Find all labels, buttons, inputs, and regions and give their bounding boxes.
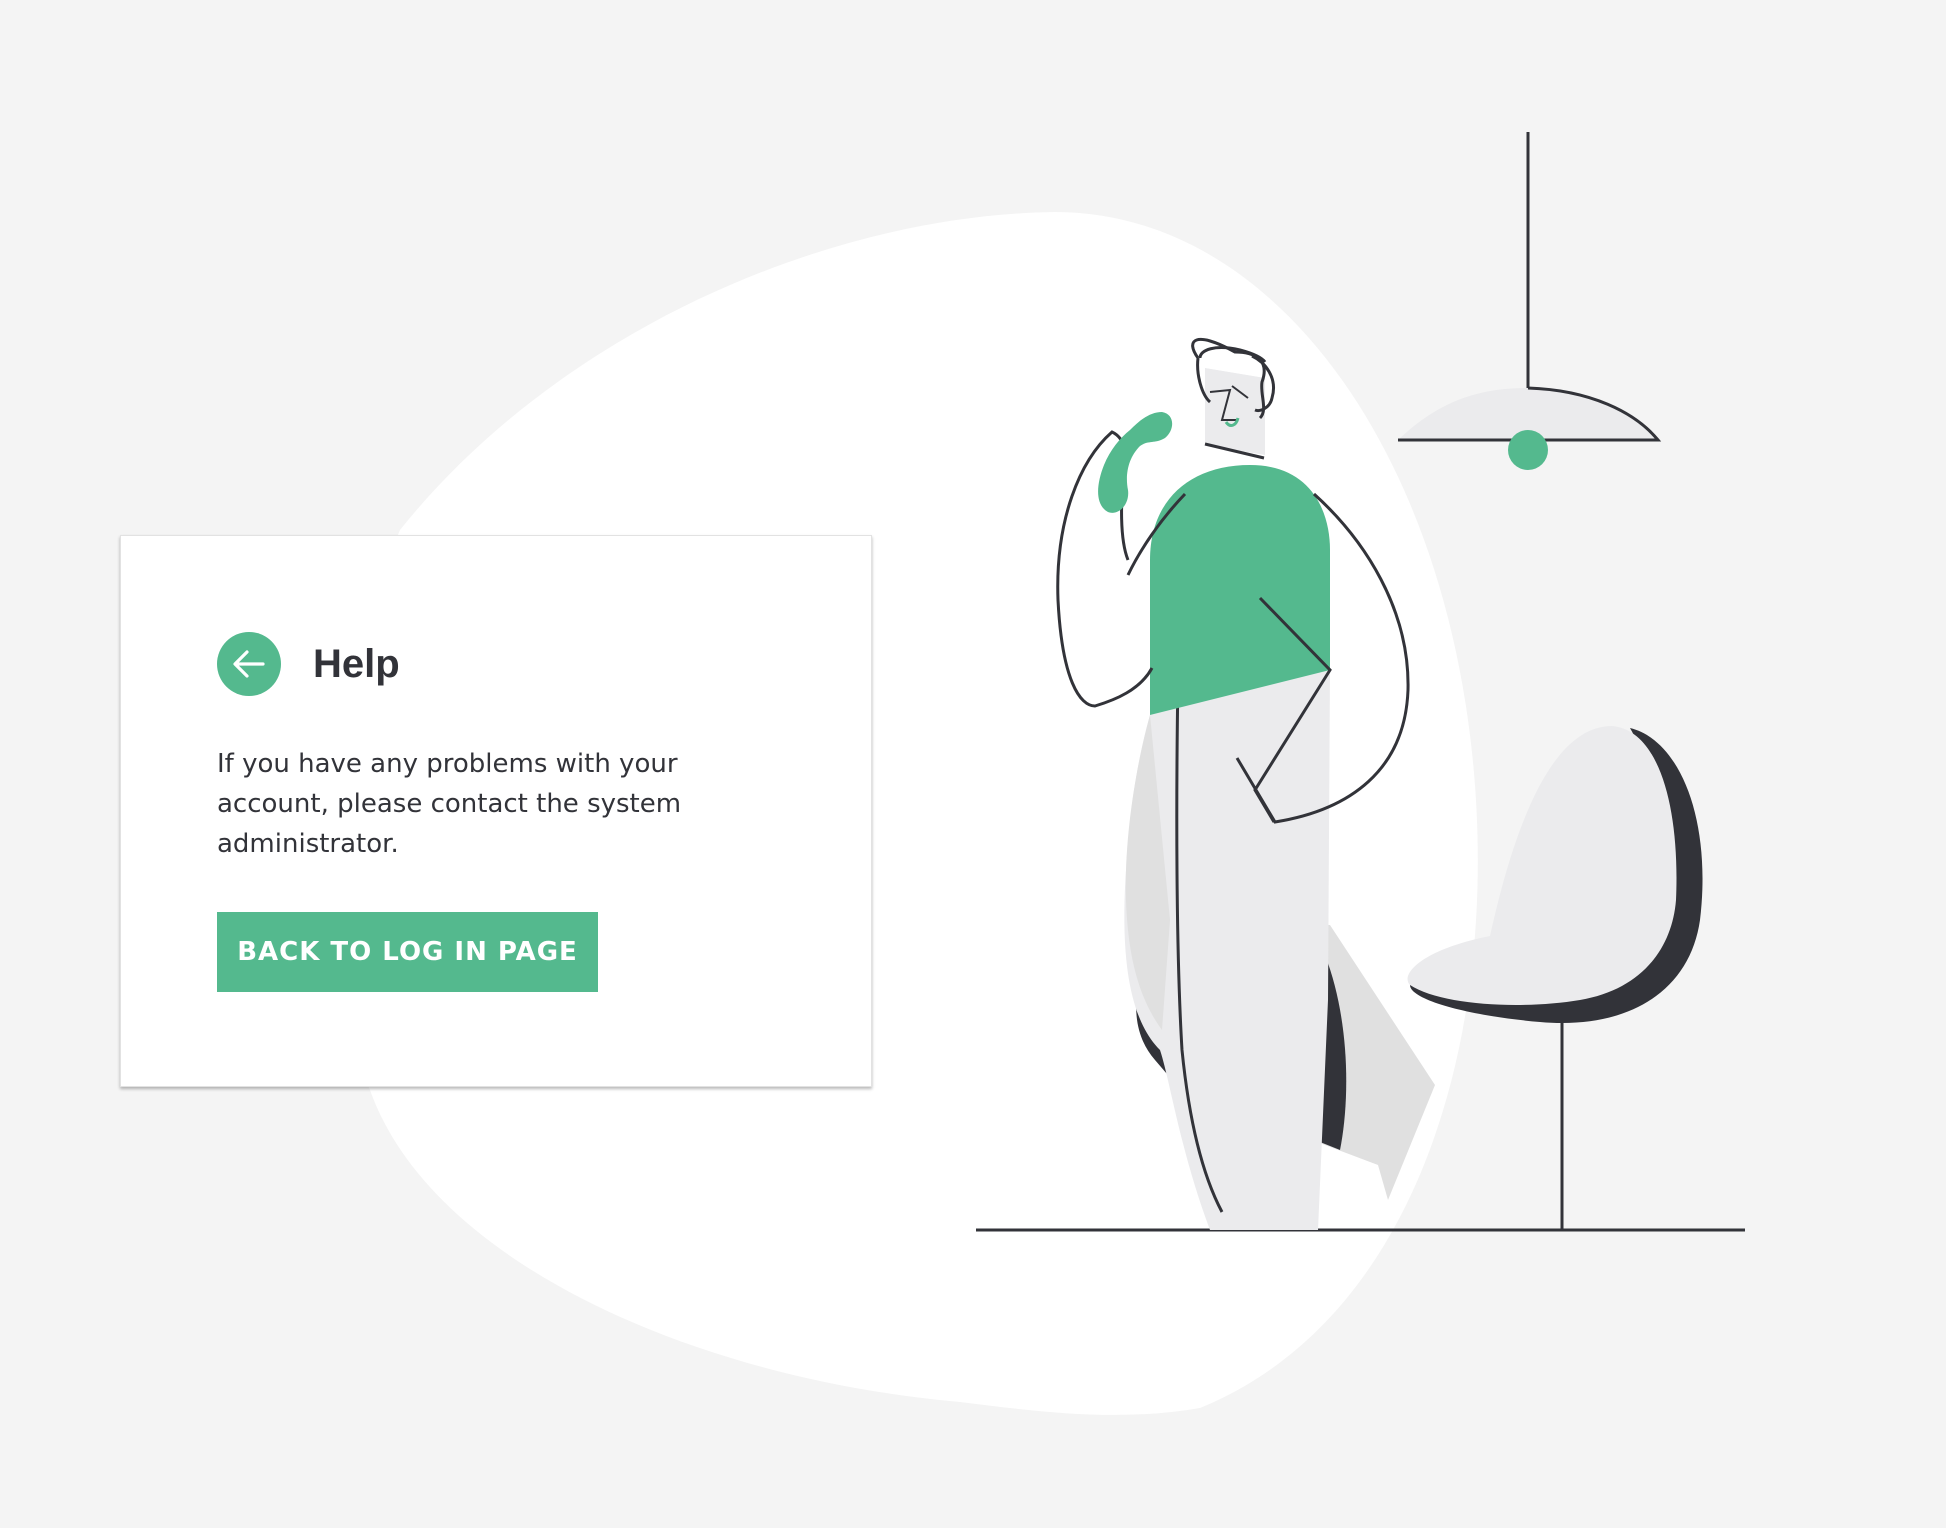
pendant-lamp: [1398, 132, 1662, 470]
back-arrow-icon[interactable]: [217, 632, 281, 696]
help-message: If you have any problems with your accou…: [217, 749, 682, 859]
back-to-login-button[interactable]: BACK TO LOG IN PAGE: [217, 912, 598, 992]
help-page: Help If you have any problems with your …: [0, 0, 1946, 1528]
help-card: Help If you have any problems with your …: [120, 535, 872, 1087]
arrow-left-icon: [233, 650, 265, 678]
card-header: Help: [217, 632, 400, 696]
card-title: Help: [313, 641, 400, 686]
